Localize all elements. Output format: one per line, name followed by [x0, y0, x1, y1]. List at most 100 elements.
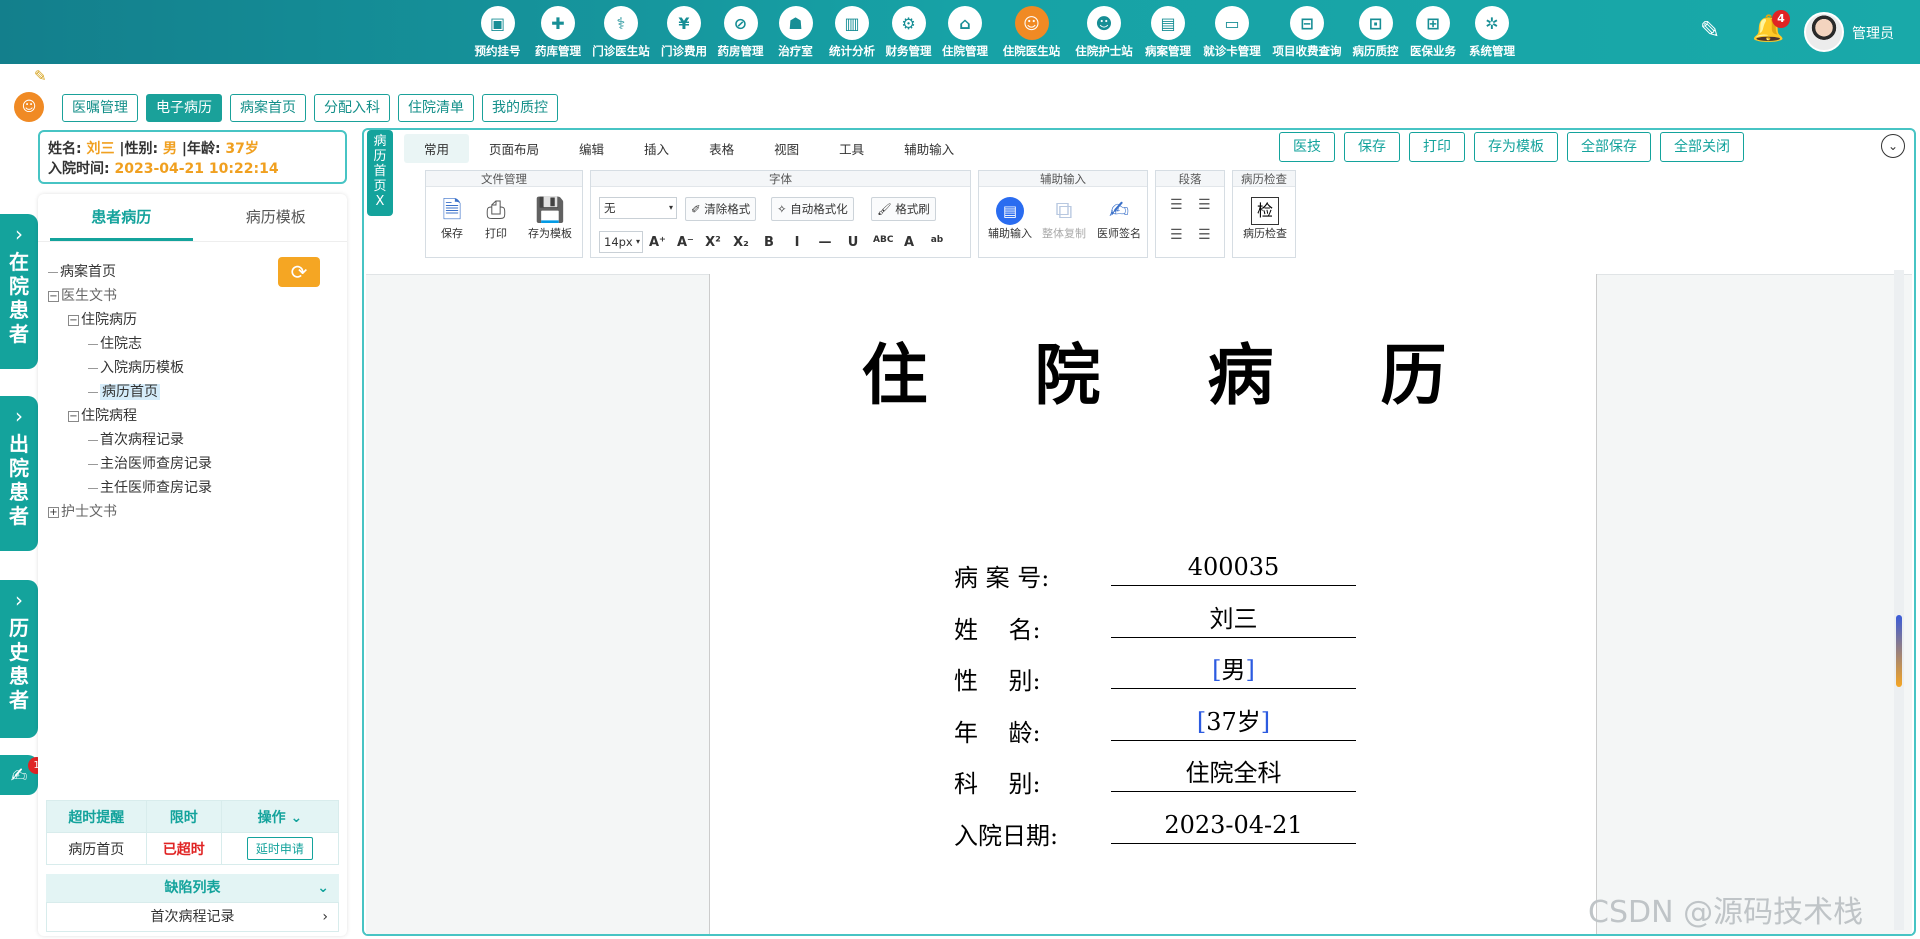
editor-action-button[interactable]: 存为模板: [1474, 132, 1558, 162]
font-size-select[interactable]: 14px ▾: [599, 231, 643, 253]
field-value[interactable]: [男]: [1111, 653, 1356, 689]
font-family-select[interactable]: 无 ▾: [599, 197, 677, 219]
print-doc-button[interactable]: ⎙ 打印: [478, 195, 514, 241]
module-tab[interactable]: 医嘱管理: [62, 94, 138, 122]
save-template-button[interactable]: 💾 存为模板: [522, 195, 578, 241]
nav-card[interactable]: ▭ 就诊卡管理: [1197, 0, 1267, 64]
editor-action-button[interactable]: 全部保存: [1567, 132, 1651, 162]
tree-node[interactable]: 病案首页: [48, 260, 212, 284]
rail-history[interactable]: › 历史患者: [0, 580, 38, 738]
strike-abc-icon[interactable]: ABC: [873, 235, 893, 245]
defect-list-header[interactable]: 缺陷列表 ⌄: [46, 874, 339, 902]
field-value[interactable]: 2023-04-21: [1111, 808, 1356, 844]
highlight-icon[interactable]: ab: [929, 235, 945, 245]
module-tab[interactable]: 电子病历: [146, 94, 222, 122]
font-color-icon[interactable]: A: [901, 235, 917, 250]
tree-node[interactable]: − 医生文书: [48, 284, 212, 308]
tab-patient-records[interactable]: 患者病历: [50, 194, 193, 241]
module-tab[interactable]: 病案首页: [230, 94, 306, 122]
nav-bar-chart[interactable]: ▥ 统计分析: [823, 0, 881, 64]
ribbon-tab[interactable]: 表格: [689, 134, 754, 163]
expand-icon[interactable]: +: [48, 506, 59, 518]
nav-inpatient-doctor[interactable]: ☺ 住院医生站: [994, 0, 1069, 64]
nav-bed[interactable]: ⌂ 住院管理: [936, 0, 994, 64]
nav-doctor[interactable]: ⚕ 门诊医生站: [587, 0, 655, 64]
ribbon-tab[interactable]: 插入: [624, 134, 689, 163]
field-value[interactable]: [37岁]: [1111, 705, 1356, 741]
tab-record-templates[interactable]: 病历模板: [205, 194, 348, 241]
underline-icon[interactable]: U: [845, 235, 861, 250]
align-center-icon[interactable]: ☰: [1198, 197, 1211, 213]
defect-list-item[interactable]: 首次病程记录 ›: [46, 902, 339, 932]
ribbon-tab[interactable]: 编辑: [559, 134, 624, 163]
ribbon-tab[interactable]: 页面布局: [469, 134, 559, 163]
collapse-icon[interactable]: −: [48, 290, 59, 302]
assist-input-button[interactable]: ▤ 辅助输入: [985, 195, 1035, 241]
module-tab[interactable]: 住院清单: [398, 94, 474, 122]
document-page[interactable]: 住 院 病 历 病 案 号: 400035 姓 名: 刘三性 别: [男] 年 龄: [37…: [709, 274, 1597, 934]
align-right-icon[interactable]: ☰: [1170, 227, 1183, 243]
shrink-font-icon[interactable]: A⁻: [677, 235, 694, 250]
italic-icon[interactable]: I: [789, 235, 805, 250]
format-painter-button[interactable]: 🖌 格式刷: [871, 197, 936, 221]
align-left-icon[interactable]: ☰: [1170, 197, 1183, 213]
nav-medical-record[interactable]: ▤ 病案管理: [1139, 0, 1197, 64]
avatar[interactable]: [1804, 12, 1844, 52]
editor-action-button[interactable]: 保存: [1344, 132, 1400, 162]
field-value[interactable]: 住院全科: [1111, 756, 1356, 792]
record-check-button[interactable]: 检 病历检查: [1237, 197, 1293, 241]
ribbon-tab[interactable]: 视图: [754, 134, 819, 163]
document-scrollbar[interactable]: [1894, 270, 1904, 930]
tree-node[interactable]: 首次病程记录: [48, 428, 212, 452]
tree-node[interactable]: + 护士文书: [48, 500, 212, 524]
bold-icon[interactable]: B: [761, 235, 777, 250]
rail-inpatients[interactable]: › 在院患者: [0, 214, 38, 369]
save-doc-button[interactable]: 🗎 保存: [434, 195, 470, 241]
doctor-sign-button[interactable]: ✍ 医师签名: [1093, 195, 1145, 241]
collapse-ribbon-button[interactable]: ⌄: [1881, 134, 1905, 158]
module-tab[interactable]: 分配入科: [314, 94, 390, 122]
tree-node[interactable]: 入院病历模板: [48, 356, 212, 380]
tree-node[interactable]: 主治医师查房记录: [48, 452, 212, 476]
collapse-icon[interactable]: −: [68, 410, 79, 422]
tree-node[interactable]: 住院志: [48, 332, 212, 356]
scroll-thumb[interactable]: [1896, 615, 1902, 687]
username[interactable]: 管理员: [1852, 23, 1894, 43]
nav-pill-box[interactable]: ✚ 药库管理: [529, 0, 587, 64]
tree-node[interactable]: − 住院病程: [48, 404, 212, 428]
tree-node[interactable]: 病历首页: [48, 380, 212, 404]
editor-action-button[interactable]: 打印: [1409, 132, 1465, 162]
ribbon-tab[interactable]: 工具: [819, 134, 884, 163]
subscript-icon[interactable]: X₂: [733, 235, 749, 250]
tree-node[interactable]: − 住院病历: [48, 308, 212, 332]
extend-request-button[interactable]: 延时申请: [246, 837, 313, 860]
clear-format-button[interactable]: ✐ 清除格式: [685, 197, 757, 221]
nav-finance-gear[interactable]: ⚙ 财务管理: [881, 0, 936, 64]
nav-system-gear[interactable]: ✲ 系统管理: [1462, 0, 1522, 64]
collapse-icon[interactable]: −: [68, 314, 79, 326]
nav-fee-query[interactable]: ⊟ 项目收费查询: [1267, 0, 1347, 64]
field-value[interactable]: 400035: [1111, 550, 1356, 586]
module-tab[interactable]: 我的质控: [482, 94, 558, 122]
refresh-button[interactable]: ⟳: [278, 257, 320, 287]
editor-action-button[interactable]: 医技: [1279, 132, 1335, 162]
ribbon-tab[interactable]: 辅助输入: [884, 134, 974, 163]
ribbon-tab[interactable]: 常用: [404, 134, 470, 163]
rail-discharged[interactable]: › 出院患者: [0, 396, 38, 551]
grow-font-icon[interactable]: A⁺: [649, 235, 666, 250]
copy-all-button[interactable]: ⧉ 整体复制: [1039, 195, 1089, 241]
nav-nurse[interactable]: ☗ 治疗室: [768, 0, 823, 64]
align-justify-icon[interactable]: ☰: [1198, 227, 1211, 243]
action-header[interactable]: 操作 ⌄: [220, 800, 340, 833]
nav-calendar[interactable]: ▣ 预约挂号: [466, 0, 529, 64]
nav-quality-control[interactable]: ⊡ 病历质控: [1347, 0, 1404, 64]
nav-capsule[interactable]: ⊘ 药房管理: [713, 0, 768, 64]
nav-inpatient-nurse[interactable]: ☻ 住院护士站: [1069, 0, 1139, 64]
strikethrough-line-icon[interactable]: —: [817, 235, 833, 250]
field-value[interactable]: 刘三: [1111, 602, 1356, 638]
edit-pencil-icon[interactable]: ✎: [1700, 16, 1720, 44]
notification-bell[interactable]: 🔔 4: [1752, 10, 1790, 48]
tree-node[interactable]: 主任医师查房记录: [48, 476, 212, 500]
nav-insurance[interactable]: ⊞ 医保业务: [1404, 0, 1462, 64]
auto-format-button[interactable]: ✧ 自动格式化: [771, 197, 854, 221]
